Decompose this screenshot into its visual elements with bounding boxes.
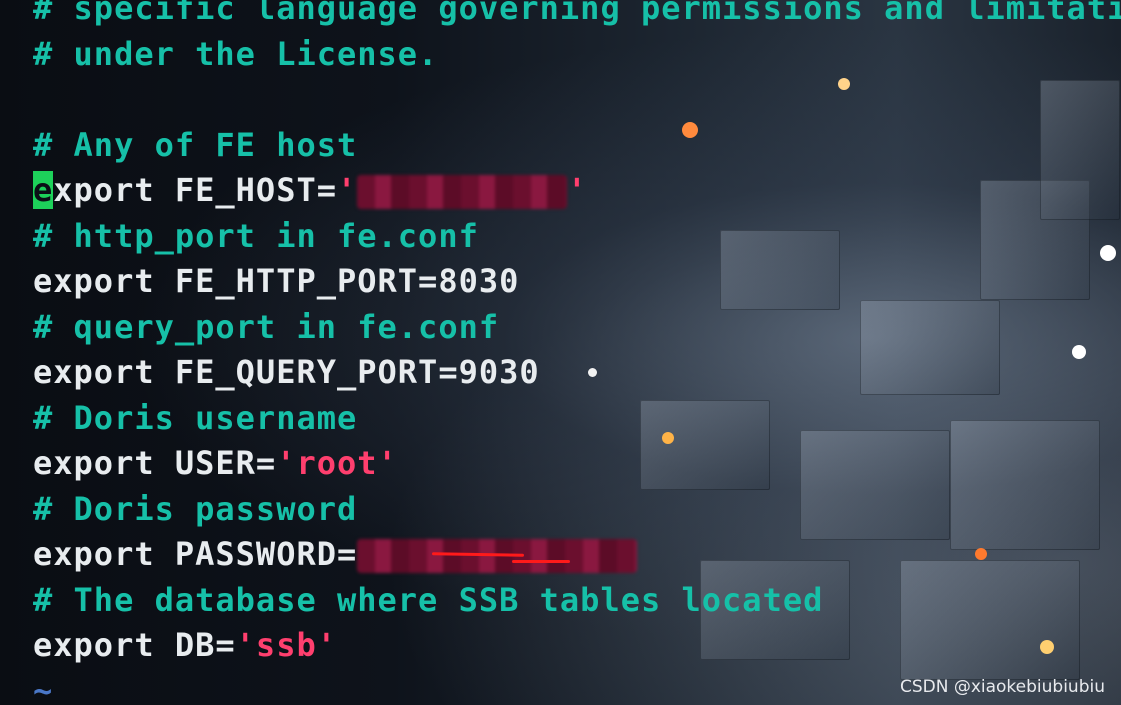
terminal-window[interactable]: # specific language governing permission…: [0, 0, 1121, 705]
redacted-host-value: [357, 175, 568, 209]
comment-line: # under the License.: [33, 34, 439, 73]
comment-line: # Any of FE host: [33, 125, 358, 164]
comment-line: # specific language governing permission…: [33, 0, 1121, 27]
user-value: 'root': [276, 444, 398, 482]
red-scribble-mark: [512, 560, 570, 563]
csdn-watermark: CSDN @xiaokebiubiubiu: [899, 677, 1105, 697]
db-value: 'ssb': [235, 626, 337, 664]
comment-line: # Doris password: [33, 489, 358, 528]
comment-line: # http_port in fe.conf: [33, 216, 479, 255]
user-prefix: export USER=: [33, 444, 277, 482]
comment-line: # query_port in fe.conf: [33, 307, 500, 346]
text-cursor[interactable]: e: [33, 171, 54, 209]
password-line: export PASSWORD=: [33, 532, 1121, 578]
query-port-line: export FE_QUERY_PORT=9030: [33, 353, 540, 391]
db-prefix: export DB=: [33, 626, 236, 664]
code-buffer[interactable]: # specific language governing permission…: [33, 0, 1121, 705]
fe-host-line: export FE_HOST=' ': [33, 168, 1121, 214]
user-line: export USER='root': [33, 441, 1121, 487]
quote-close: ': [567, 171, 588, 209]
fe-host-prefix: xport FE_HOST=: [53, 171, 337, 209]
comment-line: # The database where SSB tables located: [33, 580, 824, 619]
db-line: export DB='ssb': [33, 623, 1121, 669]
quote-open: ': [336, 171, 358, 209]
password-prefix: export PASSWORD=: [33, 535, 358, 573]
http-port-line: export FE_HTTP_PORT=8030: [33, 262, 520, 300]
comment-line: # Doris username: [33, 398, 358, 437]
